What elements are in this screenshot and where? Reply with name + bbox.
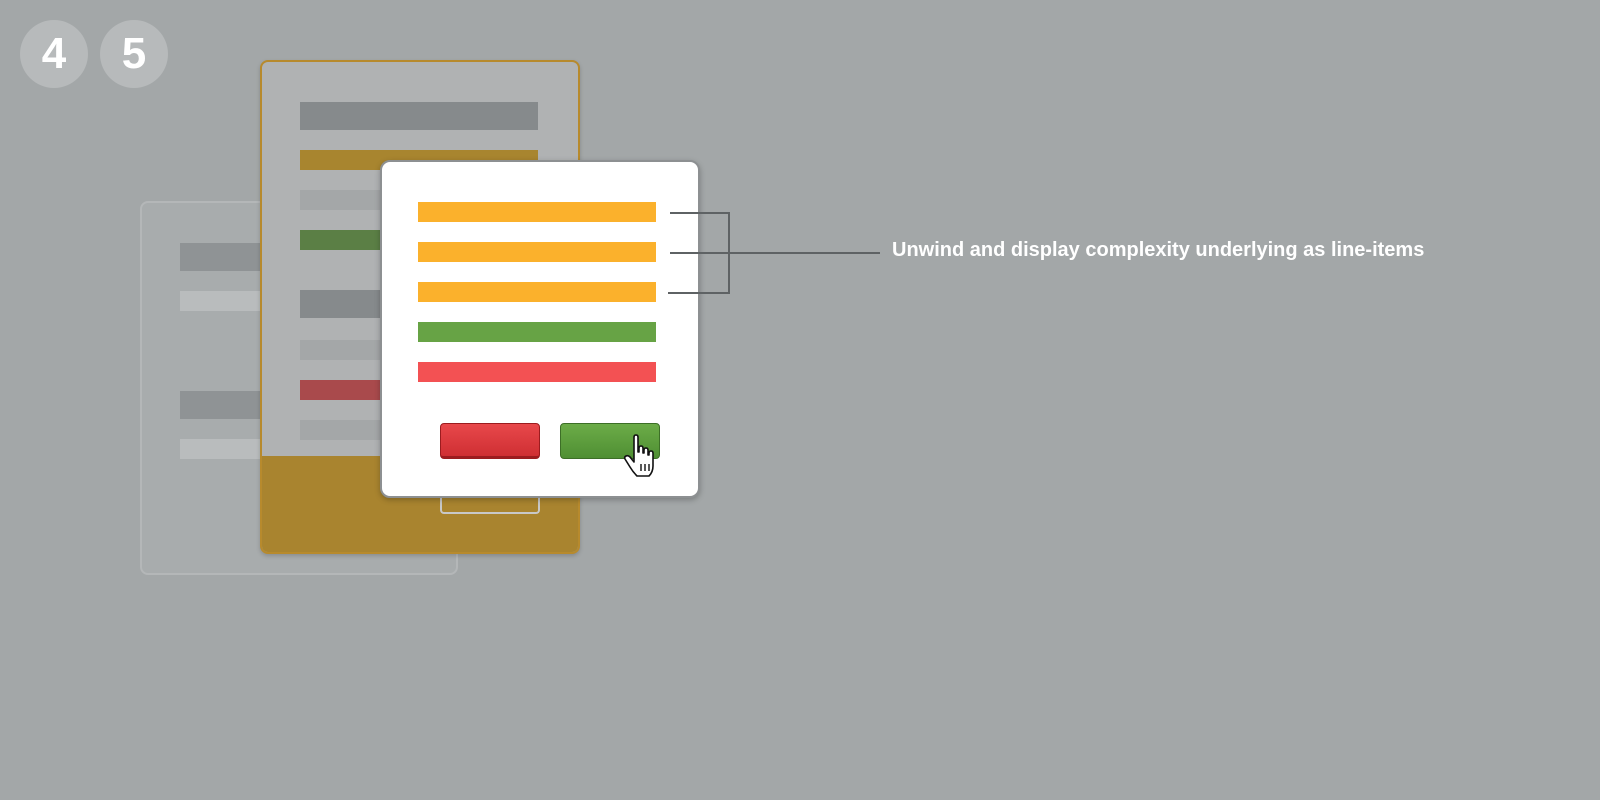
connector-line	[670, 212, 730, 214]
cancel-button[interactable]	[440, 423, 540, 459]
connector-line	[670, 252, 880, 254]
connector-line	[668, 292, 730, 294]
line-item-warning-2	[418, 242, 656, 262]
form-field-bar	[300, 102, 538, 130]
step-badge-4: 4	[20, 20, 88, 88]
line-item-warning-1	[418, 202, 656, 222]
connector-bracket	[728, 212, 730, 294]
callout-text: Unwind and display complexity underlying…	[892, 239, 1425, 261]
step-badge-5: 5	[100, 20, 168, 88]
line-item-warning-3	[418, 282, 656, 302]
line-item-ok	[418, 322, 656, 342]
hand-pointer-icon	[623, 434, 654, 477]
line-item-error	[418, 362, 656, 382]
